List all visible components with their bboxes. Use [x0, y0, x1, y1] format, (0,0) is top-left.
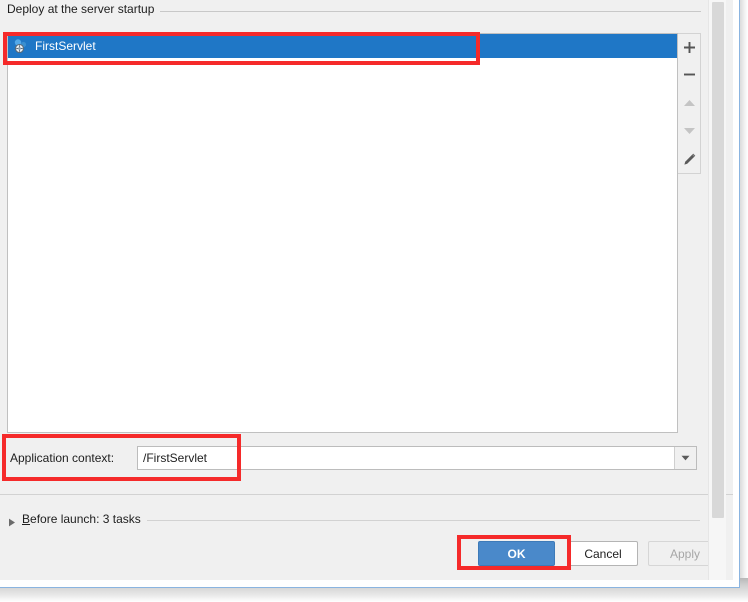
application-context-input[interactable]	[138, 447, 674, 469]
cancel-button[interactable]: Cancel	[568, 541, 638, 566]
list-item[interactable]: FirstServlet	[8, 34, 677, 58]
before-launch-section[interactable]: Before launch: 3 tasks	[8, 512, 700, 528]
arrow-down-icon	[679, 118, 699, 144]
ok-button[interactable]: OK	[478, 541, 555, 566]
triangle-right-icon[interactable]	[8, 516, 16, 530]
dialog-scrollbar[interactable]	[708, 0, 726, 580]
run-configuration-dialog: Deploy at the server startup FirstServle…	[0, 0, 733, 580]
before-launch-label: Before launch: 3 tasks	[22, 512, 147, 526]
list-item-label: FirstServlet	[35, 39, 96, 53]
application-context-label: Application context:	[10, 451, 115, 465]
before-launch-mnemonic: B	[22, 512, 31, 526]
before-launch-text: efore launch: 3 tasks	[30, 512, 141, 526]
remove-icon[interactable]	[679, 61, 699, 87]
arrow-up-icon	[679, 90, 699, 116]
pencil-icon[interactable]	[679, 146, 699, 172]
dialog-button-bar: OK Cancel Apply	[0, 538, 733, 572]
list-toolbar	[678, 33, 701, 174]
dialog-scrollbar-thumb[interactable]	[712, 2, 724, 518]
add-icon[interactable]	[679, 34, 699, 60]
artifact-icon	[12, 38, 30, 54]
group-header-label: Deploy at the server startup	[7, 2, 161, 16]
deployment-artifacts-list[interactable]: FirstServlet	[7, 33, 678, 433]
deploy-group-header: Deploy at the server startup	[7, 2, 701, 20]
bottom-separator	[0, 494, 733, 495]
application-context-combobox[interactable]	[137, 446, 697, 470]
chevron-down-icon[interactable]	[674, 447, 696, 469]
